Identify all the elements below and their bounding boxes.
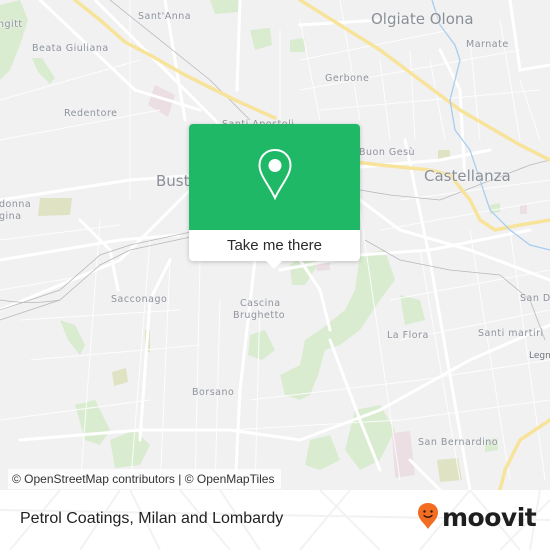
place-label-madonna-regina-line1: donna [0, 199, 32, 210]
place-label-brughetto: Brughetto [233, 310, 286, 321]
map[interactable]: Olgiate Olona Castellanza Busto Sant'Ann… [0, 0, 550, 490]
place-label-san-d: San D [520, 293, 550, 304]
moovit-logo[interactable]: moovit [417, 500, 537, 536]
place-label-buon-gesu: Buon Gesù [359, 147, 416, 158]
footer: Petrol Coatings, Milan and Lombardy moov… [0, 490, 550, 550]
moovit-wordmark: moovit [442, 503, 537, 532]
map-pin-icon [257, 148, 293, 206]
popup-header [189, 124, 360, 230]
destination-popup[interactable]: Take me there [189, 124, 360, 269]
place-label-redentore: Redentore [64, 108, 118, 119]
place-label-santanna: Sant'Anna [138, 11, 192, 22]
place-label-madonna-regina-line2: gina [0, 211, 22, 222]
moovit-pin-icon [417, 502, 439, 534]
place-label-ngitt: ngitt [0, 19, 23, 30]
place-label-marnate: Marnate [466, 39, 509, 50]
place-label-la-flora: La Flora [387, 330, 429, 341]
place-label-borsano: Borsano [192, 387, 235, 398]
take-me-there-button[interactable]: Take me there [189, 230, 360, 261]
map-attribution[interactable]: © OpenStreetMap contributors | © OpenMap… [8, 469, 282, 489]
location-title: Petrol Coatings, Milan and Lombardy [20, 510, 284, 527]
popup-pointer [265, 260, 283, 269]
place-label-gerbone: Gerbone [325, 73, 370, 84]
place-label-olgiate-olona: Olgiate Olona [371, 10, 474, 28]
place-label-cascina: Cascina [240, 298, 281, 309]
place-label-castellanza: Castellanza [424, 167, 511, 185]
place-label-beata-giuliana: Beata Giuliana [32, 43, 109, 54]
place-label-san-bernardino: San Bernardino [418, 437, 499, 448]
place-label-legna: Legna [529, 351, 550, 361]
place-label-sacconago: Sacconago [111, 294, 168, 305]
place-label-santi-martiri: Santi martiri [478, 328, 544, 339]
